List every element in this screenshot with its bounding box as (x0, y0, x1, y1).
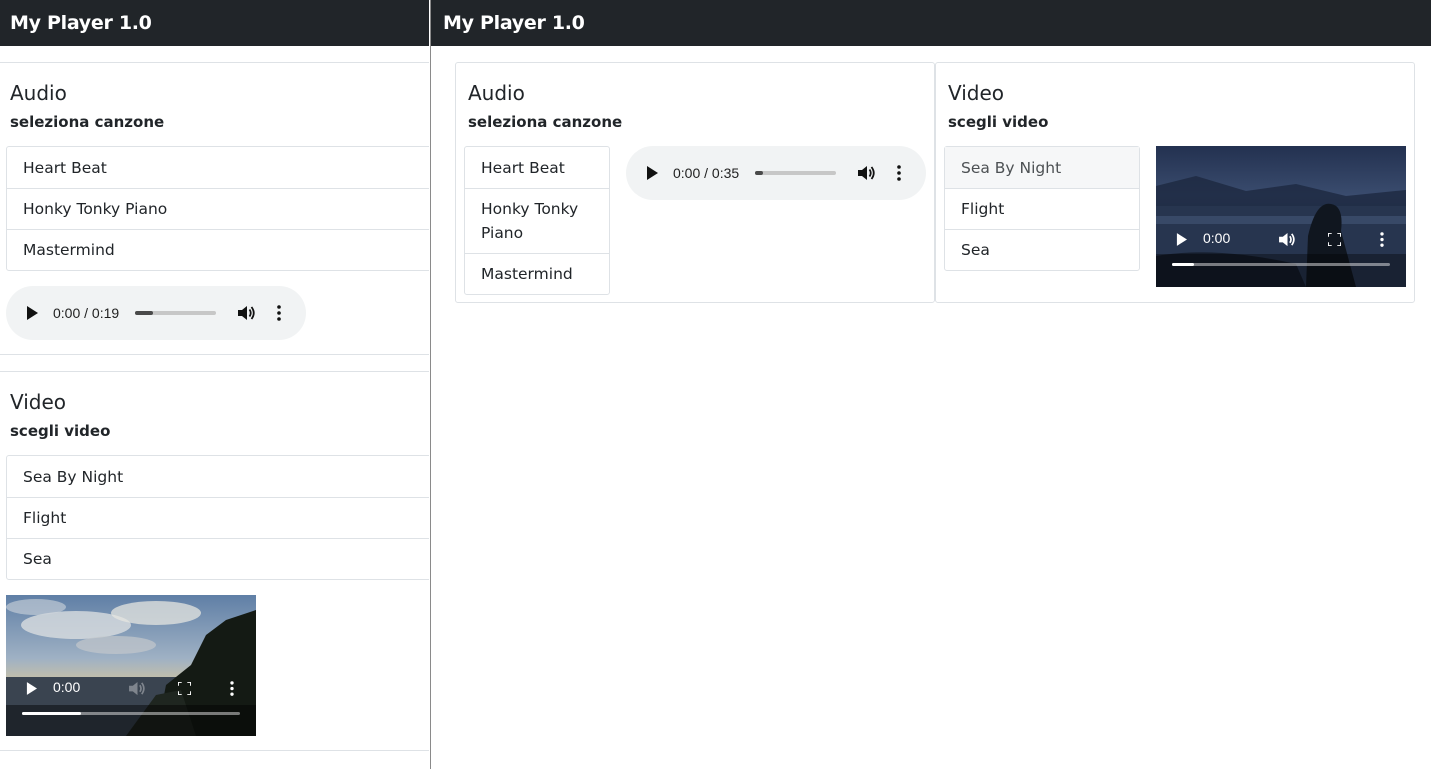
volume-icon[interactable] (1277, 230, 1297, 248)
video-item-flight[interactable]: Flight (945, 188, 1139, 229)
video-item-sea-by-night[interactable]: Sea By Night (7, 456, 429, 497)
video-subtitle: scegli video (948, 113, 1049, 131)
song-item-heart-beat[interactable]: Heart Beat (465, 147, 609, 188)
song-item-honky-tonky-piano[interactable]: Honky Tonky Piano (465, 188, 609, 253)
video-item-flight[interactable]: Flight (7, 497, 429, 538)
audio-subtitle: seleziona canzone (468, 113, 623, 131)
audio-title: Audio (10, 81, 67, 105)
navbar: My Player 1.0 (431, 0, 1431, 46)
audio-player[interactable]: 0:00 / 0:35 (626, 146, 926, 200)
audio-subtitle: seleziona canzone (10, 113, 165, 131)
audio-progress-fill (755, 171, 764, 175)
fullscreen-icon[interactable] (175, 679, 193, 697)
video-card: Video scegli video Sea By Night Flight S… (935, 62, 1415, 303)
audio-time: 0:00 / 0:35 (673, 165, 740, 181)
song-item-heart-beat[interactable]: Heart Beat (7, 147, 429, 188)
song-label: Heart Beat (481, 158, 565, 177)
volume-icon[interactable] (127, 679, 147, 697)
navbar-brand[interactable]: My Player 1.0 (10, 12, 152, 34)
video-title: Video (948, 81, 1005, 105)
fullscreen-icon[interactable] (1325, 230, 1343, 248)
audio-progress-bar[interactable] (135, 311, 216, 315)
right-pane: My Player 1.0 Audio seleziona canzone He… (430, 0, 1431, 769)
song-label-line: Honky Tonky (481, 200, 579, 218)
video-title: Video (10, 390, 67, 414)
more-vert-icon[interactable] (1375, 230, 1389, 248)
navbar-brand[interactable]: My Player 1.0 (443, 12, 585, 34)
audio-time: 0:00 / 0:19 (53, 305, 120, 321)
video-player[interactable]: 0:00 (6, 595, 256, 736)
video-list: Sea By Night Flight Sea (944, 146, 1140, 271)
video-player[interactable]: 0:00 (1156, 146, 1406, 287)
audio-progress-fill (135, 311, 153, 315)
more-vert-icon[interactable] (272, 303, 286, 323)
volume-icon[interactable] (857, 163, 877, 183)
video-progress-fill (22, 712, 81, 715)
song-label-line: Piano (481, 224, 524, 242)
audio-player[interactable]: 0:00 / 0:19 (6, 286, 306, 340)
video-progress-bar[interactable] (1172, 263, 1390, 266)
video-progress-bar[interactable] (22, 712, 240, 715)
audio-card: Audio seleziona canzone Heart Beat Honky… (455, 62, 935, 303)
play-icon[interactable] (644, 165, 660, 181)
song-item-honky-tonky-piano[interactable]: Honky Tonky Piano (7, 188, 429, 229)
more-vert-icon[interactable] (892, 163, 906, 183)
song-list: Heart Beat Honky Tonky Piano Mastermind (6, 146, 429, 271)
song-list: Heart Beat Honky Tonky Piano Mastermind (464, 146, 610, 295)
video-time: 0:00 (53, 679, 81, 695)
play-icon[interactable] (24, 305, 40, 321)
more-vert-icon[interactable] (225, 679, 239, 697)
video-time: 0:00 (1203, 230, 1231, 246)
volume-icon[interactable] (237, 303, 257, 323)
video-item-sea-by-night[interactable]: Sea By Night (945, 147, 1139, 188)
video-item-sea[interactable]: Sea (7, 538, 429, 579)
play-icon[interactable] (23, 680, 39, 696)
video-item-sea[interactable]: Sea (945, 229, 1139, 270)
audio-title: Audio (468, 81, 525, 105)
navbar: My Player 1.0 (0, 0, 429, 46)
play-icon[interactable] (1173, 231, 1189, 247)
video-subtitle: scegli video (10, 422, 111, 440)
left-pane: My Player 1.0 Audio seleziona canzone He… (0, 0, 429, 769)
song-item-mastermind[interactable]: Mastermind (465, 253, 609, 294)
video-progress-fill (1172, 263, 1194, 266)
audio-progress-bar[interactable] (755, 171, 836, 175)
song-item-mastermind[interactable]: Mastermind (7, 229, 429, 270)
song-label: Mastermind (481, 265, 573, 283)
video-list: Sea By Night Flight Sea (6, 455, 429, 580)
video-section: Video scegli video Sea By Night Flight S… (0, 371, 429, 751)
audio-section: Audio seleziona canzone Heart Beat Honky… (0, 62, 429, 355)
